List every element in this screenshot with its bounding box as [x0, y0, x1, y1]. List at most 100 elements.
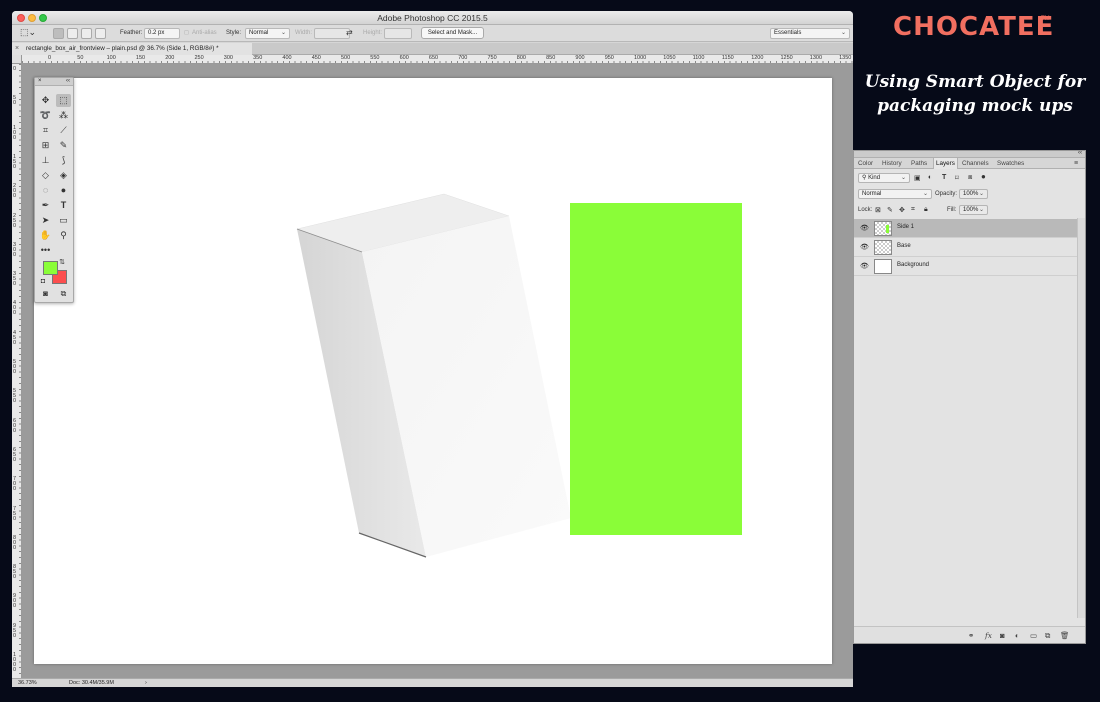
panel-header[interactable]: ‹‹ [854, 150, 1085, 158]
select-and-mask-button[interactable]: Select and Mask... [421, 27, 484, 39]
vertical-ruler[interactable]: 0 50 100 150 200 250 300 350 400 450 500 550 600 650 7… [12, 64, 22, 687]
collapse-panel-icon[interactable]: ‹‹ [66, 78, 70, 84]
lasso-tool-icon[interactable]: ➰ [38, 109, 53, 122]
swap-dimensions-icon[interactable]: ⇄ [346, 27, 353, 38]
ruler-tick-label: 850 [13, 564, 17, 581]
add-to-selection-button[interactable] [67, 28, 78, 39]
layer-row-base[interactable]: 👁︎ Base [854, 238, 1077, 257]
workspace-select[interactable]: Essentials ⌄ [770, 28, 850, 39]
move-tool-icon[interactable]: ✥ [38, 94, 53, 107]
tools-panel-header[interactable]: × ‹‹ [35, 78, 73, 86]
tab-color[interactable]: Color [856, 158, 875, 169]
marquee-preset-icon[interactable]: ⬚⌄ [20, 27, 36, 38]
status-bar: 36.73% Doc: 30.4M/35.9M › [12, 678, 853, 687]
smart-object-layer[interactable] [570, 203, 742, 535]
ruler-tick-label: 950 [604, 55, 614, 61]
pen-tool-icon[interactable]: ✒ [38, 199, 53, 212]
tab-channels[interactable]: Channels [960, 158, 991, 169]
edit-toolbar-icon[interactable]: ••• [38, 244, 53, 257]
layer-row-background[interactable]: 👁︎ Background [854, 257, 1077, 276]
height-input[interactable] [384, 28, 412, 39]
status-menu-arrow-icon[interactable]: › [145, 679, 147, 687]
rectangle-tool-icon[interactable]: ▭ [56, 214, 71, 227]
visibility-eye-icon[interactable]: 👁︎ [860, 224, 869, 232]
document-tab[interactable]: × rectangle_box_air_frontview – plain.ps… [12, 43, 252, 55]
adjustment-filter-icon[interactable]: ◐ [928, 174, 932, 181]
eyedropper-tool-icon[interactable]: ⟋ [56, 124, 71, 137]
horizontal-ruler[interactable]: 0 50 100 150 200 250 300 350 400 450 500 550 600 650 7… [22, 55, 853, 64]
ruler-tick-label: 750 [13, 505, 17, 522]
zoom-level[interactable]: 36.73% [18, 679, 37, 687]
blur-tool-icon[interactable]: ◌ [38, 184, 53, 197]
new-layer-icon[interactable]: ⧉ [1045, 631, 1050, 641]
add-style-icon[interactable]: fx [985, 631, 992, 640]
magic-wand-tool-icon[interactable]: ⁂ [56, 109, 71, 122]
ruler-tick-label: 800 [516, 55, 526, 61]
new-adjustment-icon[interactable]: ◐ [1015, 631, 1020, 640]
lock-all-icon[interactable]: 🔒︎ [924, 206, 928, 214]
ruler-tick-label: 1000 [13, 652, 17, 673]
new-selection-button[interactable] [53, 28, 64, 39]
hand-tool-icon[interactable]: ✋ [38, 229, 53, 242]
close-tab-icon[interactable]: × [15, 43, 19, 55]
ruler-origin[interactable] [12, 55, 22, 64]
collapse-panel-icon[interactable]: ‹‹ [1078, 150, 1082, 156]
smart-object-filter-icon[interactable]: ⧈ [968, 174, 972, 182]
fill-input[interactable]: 100% ⌄ [959, 205, 988, 215]
delete-layer-icon[interactable]: 🗑︎ [1060, 631, 1070, 640]
brush-tool-icon[interactable]: ✎ [56, 139, 71, 152]
crop-tool-icon[interactable]: ⌗ [38, 124, 53, 137]
layer-row-side-1[interactable]: 👁︎ Side 1 [854, 219, 1077, 238]
width-input[interactable] [314, 28, 350, 39]
lock-transparent-icon[interactable]: ⊠ [875, 206, 881, 214]
close-panel-icon[interactable]: × [38, 78, 42, 84]
type-filter-icon[interactable]: T [942, 174, 946, 181]
opacity-input[interactable]: 100% ⌄ [959, 189, 988, 199]
screen-mode-icon[interactable]: ⧉ [56, 287, 71, 300]
photoshop-window: Adobe Photoshop CC 2015.5 ⬚⌄ Feather: 0.… [12, 11, 853, 687]
feather-input[interactable]: 0.2 px [144, 28, 180, 39]
shape-filter-icon[interactable]: ⌑ [955, 174, 959, 182]
tab-swatches[interactable]: Swatches [995, 158, 1026, 169]
paint-bucket-tool-icon[interactable]: ◈ [56, 169, 71, 182]
tab-paths[interactable]: Paths [909, 158, 929, 169]
filter-kind-select[interactable]: ⚲ Kind ⌄ [858, 173, 910, 183]
layers-scrollbar[interactable] [1077, 218, 1085, 618]
marquee-tool-icon[interactable]: ⬚ [56, 94, 71, 107]
visibility-eye-icon[interactable]: 👁︎ [860, 243, 869, 251]
blend-mode-select[interactable]: Normal ⌄ [858, 189, 932, 199]
swap-colors-icon[interactable]: ⇅ [57, 256, 67, 269]
lock-image-icon[interactable]: ✎ [887, 206, 893, 214]
brand-trademark: TM [1041, 16, 1050, 22]
path-selection-tool-icon[interactable]: ➤ [38, 214, 53, 227]
tab-layers[interactable]: Layers [933, 158, 958, 169]
style-select[interactable]: Normal ⌄ [245, 28, 290, 39]
lock-label: Lock: [858, 207, 873, 213]
foreground-color-swatch[interactable] [43, 261, 58, 275]
canvas-area [22, 64, 853, 678]
anti-alias-checkbox[interactable]: ◻ [184, 28, 189, 39]
filter-toggle-icon[interactable]: ● [981, 172, 986, 181]
ruler-tick-label: 400 [13, 300, 17, 317]
dodge-tool-icon[interactable]: ● [56, 184, 71, 197]
document-canvas[interactable] [34, 78, 832, 664]
history-brush-tool-icon[interactable]: ⟆ [56, 154, 71, 167]
intersect-selection-button[interactable] [95, 28, 106, 39]
panel-menu-icon[interactable]: ≡ [1072, 158, 1080, 169]
zoom-tool-icon[interactable]: ⚲ [56, 229, 71, 242]
eraser-tool-icon[interactable]: ◇ [38, 169, 53, 182]
tab-history[interactable]: History [880, 158, 904, 169]
visibility-eye-icon[interactable]: 👁︎ [860, 262, 869, 270]
clone-stamp-tool-icon[interactable]: ⊥ [38, 154, 53, 167]
new-group-icon[interactable]: ▭ [1030, 631, 1037, 640]
lock-position-icon[interactable]: ✥ [899, 206, 905, 214]
healing-brush-tool-icon[interactable]: ⊞ [38, 139, 53, 152]
quick-mask-icon[interactable]: ◙ [38, 287, 53, 300]
layer-thumbnail [874, 240, 892, 255]
subtract-selection-button[interactable] [81, 28, 92, 39]
pixel-filter-icon[interactable]: ▣ [914, 174, 921, 182]
link-layers-icon[interactable]: ⚭ [968, 631, 974, 640]
add-mask-icon[interactable]: ◙ [1000, 631, 1005, 640]
lock-artboard-icon[interactable]: ⌗ [911, 206, 915, 214]
type-tool-icon[interactable]: T [56, 199, 71, 212]
